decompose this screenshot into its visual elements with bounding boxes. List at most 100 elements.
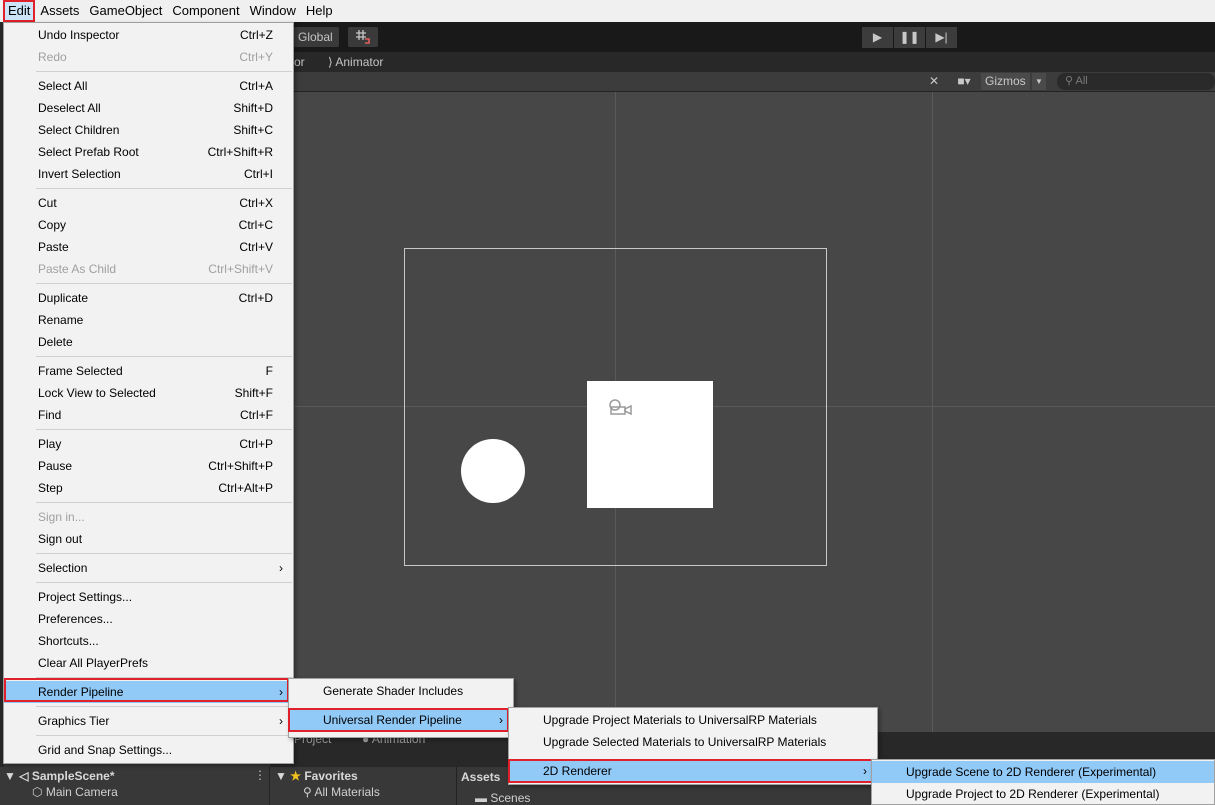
pause-shortcut: Ctrl+Shift+P (208, 459, 273, 473)
menu-gameobject[interactable]: GameObject (84, 0, 167, 22)
menu-item-select-children[interactable]: Select Children Shift+C (4, 119, 293, 141)
lock-view-shortcut: Shift+F (234, 386, 273, 400)
tools-icon[interactable]: ✕ (926, 73, 942, 90)
menu-item-paste[interactable]: Paste Ctrl+V (4, 236, 293, 258)
assets-header: Assets (461, 770, 501, 784)
hierarchy-scene[interactable]: ▼ ◁ SampleScene* (4, 769, 115, 783)
menu-item-upgrade-project[interactable]: Upgrade Project to 2D Renderer (Experime… (872, 783, 1214, 805)
gizmos-button[interactable]: Gizmos (981, 73, 1030, 90)
menu-item-upgrade-project-materials[interactable]: Upgrade Project Materials to UniversalRP… (509, 709, 877, 731)
play-button[interactable]: ▶ (862, 27, 893, 48)
menu-item-invert-selection[interactable]: Invert Selection Ctrl+I (4, 163, 293, 185)
scene-toolbar: ✕ ■▾ Gizmos ▼ ⚲ All (294, 72, 1215, 92)
menubar: Edit Assets GameObject Component Window … (0, 0, 1215, 22)
duplicate-shortcut: Ctrl+D (238, 291, 273, 305)
rename-label: Rename (38, 313, 84, 327)
menu-assets[interactable]: Assets (35, 0, 84, 22)
menu-item-project-settings[interactable]: Project Settings... (4, 586, 293, 608)
scene-search-input[interactable]: ⚲ All (1057, 73, 1215, 90)
select-children-shortcut: Shift+C (233, 123, 273, 137)
favorites-label: Favorites (304, 769, 358, 783)
menu-item-rename[interactable]: Rename (4, 309, 293, 331)
menu-item-deselect-all[interactable]: Deselect All Shift+D (4, 97, 293, 119)
menu-item-render-pipeline[interactable]: Render Pipeline › (4, 681, 293, 703)
chevron-right-icon: › (499, 713, 503, 727)
menu-item-sign-out[interactable]: Sign out (4, 528, 293, 550)
gizmos-dropdown-icon[interactable]: ▼ (1032, 73, 1046, 90)
urp-label: Universal Render Pipeline (323, 713, 462, 727)
find-label: Find (38, 408, 62, 422)
kebab-menu-icon[interactable]: ⋮ (254, 768, 266, 782)
menu-item-copy[interactable]: Copy Ctrl+C (4, 214, 293, 236)
menu-component[interactable]: Component (167, 0, 244, 22)
menu-item-grid-snap[interactable]: Grid and Snap Settings... (4, 739, 293, 761)
cut-shortcut: Ctrl+X (239, 196, 273, 210)
grid-snap-icon[interactable] (348, 27, 378, 47)
renderer-2d-submenu: Upgrade Scene to 2D Renderer (Experiment… (871, 759, 1215, 805)
menu-item-graphics-tier[interactable]: Graphics Tier › (4, 710, 293, 732)
urp-submenu: Upgrade Project Materials to UniversalRP… (508, 707, 878, 785)
favorites-item-all-materials[interactable]: ⚲ All Materials (303, 785, 380, 799)
tab-animator[interactable]: ⟩ Animator (328, 55, 383, 69)
undo-shortcut: Ctrl+Z (240, 28, 273, 42)
step-button[interactable]: ▶| (926, 27, 957, 48)
grid-line (932, 92, 933, 732)
scene-view[interactable] (294, 92, 1215, 732)
menu-item-generate-shader[interactable]: Generate Shader Includes (289, 680, 513, 702)
menu-item-upgrade-selected-materials[interactable]: Upgrade Selected Materials to UniversalR… (509, 731, 877, 753)
menu-item-find[interactable]: Find Ctrl+F (4, 404, 293, 426)
menu-item-pause[interactable]: Pause Ctrl+Shift+P (4, 455, 293, 477)
expand-arrow-icon[interactable]: ▼ (275, 769, 287, 783)
assets-folder-scenes[interactable]: ▬ Scenes (475, 791, 530, 805)
menu-item-upgrade-scene[interactable]: Upgrade Scene to 2D Renderer (Experiment… (872, 761, 1214, 783)
menu-item-undo[interactable]: Undo Inspector Ctrl+Z (4, 24, 293, 46)
play-controls: ▶ ❚❚ ▶| (862, 27, 958, 48)
upgrade-project-materials-label: Upgrade Project Materials to UniversalRP… (543, 713, 817, 727)
camera-gizmo-icon[interactable] (606, 398, 634, 421)
menu-item-preferences[interactable]: Preferences... (4, 608, 293, 630)
menu-item-selection[interactable]: Selection › (4, 557, 293, 579)
generate-shader-label: Generate Shader Includes (323, 684, 464, 698)
menu-item-frame-selected[interactable]: Frame Selected F (4, 360, 293, 382)
edit-menu: Undo Inspector Ctrl+Z Redo Ctrl+Y Select A… (3, 22, 294, 764)
all-materials-label: All Materials (314, 785, 380, 799)
pivot-global-toggle[interactable]: Global (290, 27, 339, 47)
deselect-all-label: Deselect All (38, 101, 101, 115)
tab-partial[interactable]: or (294, 55, 305, 69)
pause-label: Pause (38, 459, 73, 473)
menu-item-select-prefab-root[interactable]: Select Prefab Root Ctrl+Shift+R (4, 141, 293, 163)
expand-arrow-icon[interactable]: ▼ (4, 769, 16, 783)
menu-item-shortcuts[interactable]: Shortcuts... (4, 630, 293, 652)
favorites-panel: ▼ ★ Favorites ⚲ All Materials (271, 767, 457, 805)
menu-item-play[interactable]: Play Ctrl+P (4, 433, 293, 455)
menu-item-delete[interactable]: Delete (4, 331, 293, 353)
menu-item-cut[interactable]: Cut Ctrl+X (4, 192, 293, 214)
menu-separator (36, 502, 292, 503)
lock-view-label: Lock View to Selected (38, 386, 156, 400)
menu-help[interactable]: Help (301, 0, 338, 22)
menu-item-urp[interactable]: Universal Render Pipeline › (289, 709, 513, 731)
menu-item-paste-as-child: Paste As Child Ctrl+Shift+V (4, 258, 293, 280)
menu-item-duplicate[interactable]: Duplicate Ctrl+D (4, 287, 293, 309)
invert-selection-label: Invert Selection (38, 167, 121, 181)
paste-label: Paste (38, 240, 69, 254)
select-children-label: Select Children (38, 123, 120, 137)
menu-edit[interactable]: Edit (3, 0, 36, 22)
menu-window[interactable]: Window (245, 0, 301, 22)
unity-icon: ◁ (19, 769, 29, 783)
menu-item-select-all[interactable]: Select All Ctrl+A (4, 75, 293, 97)
menu-item-step[interactable]: Step Ctrl+Alt+P (4, 477, 293, 499)
step-shortcut: Ctrl+Alt+P (218, 481, 273, 495)
render-pipeline-submenu: Generate Shader Includes Universal Rende… (288, 678, 514, 738)
menu-item-lock-view[interactable]: Lock View to Selected Shift+F (4, 382, 293, 404)
upgrade-scene-label: Upgrade Scene to 2D Renderer (Experiment… (906, 765, 1157, 779)
chevron-right-icon: › (279, 714, 283, 728)
pause-button[interactable]: ❚❚ (894, 27, 925, 48)
hierarchy-item-main-camera[interactable]: ⬡ Main Camera (32, 785, 118, 799)
menu-item-2d-renderer[interactable]: 2D Renderer › (509, 760, 877, 782)
favorites-header[interactable]: ▼ ★ Favorites (275, 769, 358, 783)
upgrade-project-label: Upgrade Project to 2D Renderer (Experime… (906, 787, 1160, 801)
camera-dropdown-icon[interactable]: ■▾ (950, 73, 978, 90)
menu-item-clear-playerprefs[interactable]: Clear All PlayerPrefs (4, 652, 293, 674)
circle-sprite[interactable] (461, 439, 525, 503)
